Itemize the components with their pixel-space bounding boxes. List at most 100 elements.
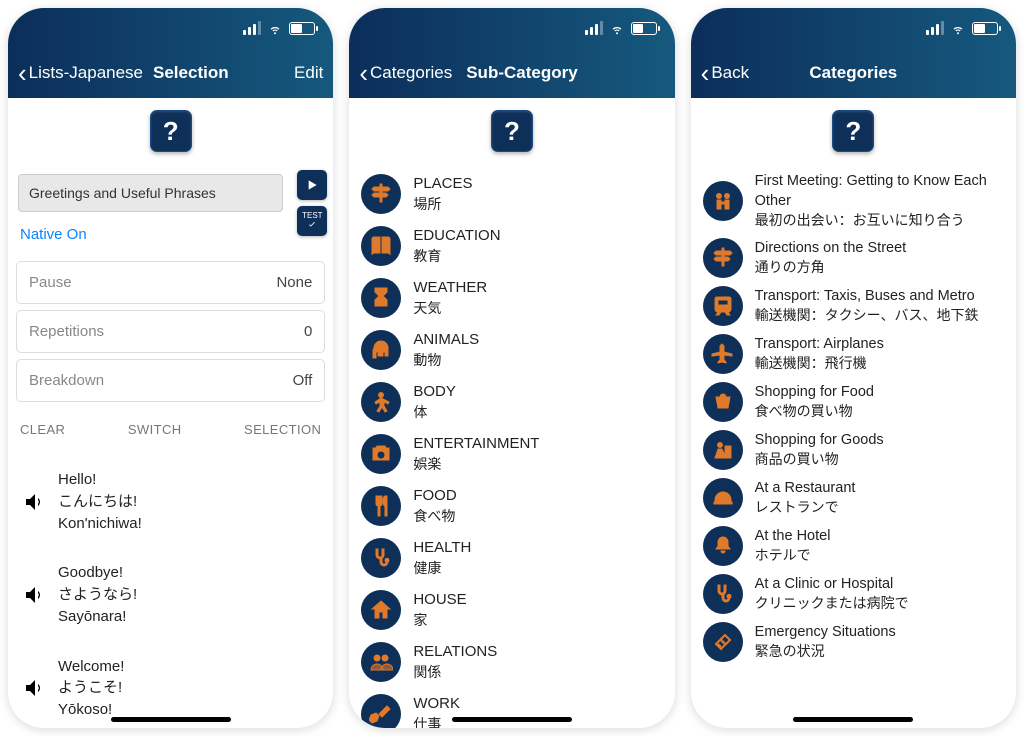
back-button[interactable]: ‹ Categories [359,60,452,86]
phrase-row[interactable]: Welcome!ようこそ!Yōkoso! [8,642,333,729]
category-row[interactable]: WORK仕事 [349,688,674,728]
nav-bar: ‹ Back Categories [691,48,1016,98]
setting-cell-pause[interactable]: Pause None [16,261,325,304]
selection-box[interactable]: Greetings and Useful Phrases [18,174,283,212]
category-text: HOUSE家 [413,590,466,629]
category-row[interactable]: At the Hotelホテルで [691,522,1016,570]
category-text: FOOD食べ物 [413,486,456,525]
plane-icon [703,334,743,374]
setting-value: None [276,274,312,291]
category-text: At a Clinic or Hospitalクリニックまたは病院で [755,575,909,613]
category-text: Directions on the Street通りの方角 [755,239,907,277]
category-text: Emergency Situations緊急の状況 [755,623,896,661]
bandage-icon [703,622,743,662]
category-row[interactable]: WEATHER天気 [349,272,674,324]
category-row[interactable]: HOUSE家 [349,584,674,636]
category-row[interactable]: First Meeting: Getting to Know Each Othe… [691,168,1016,234]
phrase-text: Welcome!ようこそ!Yōkoso! [58,656,124,721]
category-row[interactable]: Directions on the Street通りの方角 [691,234,1016,282]
setting-value: Off [293,372,313,389]
status-bar [8,8,333,48]
phrase-text: Goodbye!さようなら!Sayōnara! [58,562,137,627]
category-row[interactable]: ENTERTAINMENT娯楽 [349,428,674,480]
category-row[interactable]: At a Restaurantレストランで [691,474,1016,522]
play-button[interactable] [297,170,327,200]
test-button[interactable]: TEST [297,206,327,236]
selection-button[interactable]: SELECTION [244,422,321,437]
setting-value: 0 [304,323,312,340]
stethoscope-icon [703,574,743,614]
category-text: RELATIONS関係 [413,642,497,681]
category-row[interactable]: FOOD食べ物 [349,480,674,532]
category-row[interactable]: Transport: Airplanes輸送機関：飛行機 [691,330,1016,378]
book-icon [361,226,401,266]
home-indicator[interactable] [452,717,572,722]
setting-label: Repetitions [29,323,104,340]
native-toggle[interactable]: Native On [8,218,333,255]
category-row[interactable]: HEALTH健康 [349,532,674,584]
phrase-row[interactable]: Hello!こんにちは!Kon'nichiwa! [8,455,333,548]
help-button[interactable]: ? [491,110,533,152]
category-text: WORK仕事 [413,694,460,728]
category-row[interactable]: EDUCATION教育 [349,220,674,272]
back-button[interactable]: ‹ Lists-Japanese [18,60,143,86]
clear-button[interactable]: CLEAR [20,422,65,437]
meeting-icon [703,181,743,221]
category-row[interactable]: PLACES場所 [349,168,674,220]
category-row[interactable]: At a Clinic or Hospitalクリニックまたは病院で [691,570,1016,618]
category-text: WEATHER天気 [413,278,487,317]
edit-button[interactable]: Edit [294,63,323,83]
dish-icon [703,478,743,518]
category-text: ANIMALS動物 [413,330,479,369]
signpost-icon [703,238,743,278]
back-label: Back [711,63,749,83]
battery-icon [631,22,657,35]
train-icon [703,286,743,326]
bag-icon [703,430,743,470]
page-title: Sub-Category [466,63,577,83]
category-row[interactable]: Shopping for Food食べ物の買い物 [691,378,1016,426]
speaker-icon[interactable] [20,488,48,516]
setting-cell-breakdown[interactable]: BreakdownOff [16,359,325,402]
switch-button[interactable]: SWITCH [128,422,182,437]
cellular-icon [585,21,603,35]
category-row[interactable]: RELATIONS関係 [349,636,674,688]
page-title: Selection [153,63,229,83]
home-indicator[interactable] [111,717,231,722]
house-icon [361,590,401,630]
category-row[interactable]: Emergency Situations緊急の状況 [691,618,1016,666]
cellular-icon [926,21,944,35]
category-text: First Meeting: Getting to Know Each Othe… [755,172,1004,230]
bell-icon [703,526,743,566]
signpost-icon [361,174,401,214]
stethoscope-icon [361,538,401,578]
home-indicator[interactable] [793,717,913,722]
battery-icon [289,22,315,35]
nav-bar: ‹ Lists-Japanese Selection Edit [8,48,333,98]
category-text: ENTERTAINMENT娯楽 [413,434,539,473]
back-label: Categories [370,63,452,83]
back-button[interactable]: ‹ Back [701,60,749,86]
page-title: Categories [809,63,897,83]
help-button[interactable]: ? [150,110,192,152]
category-row[interactable]: ANIMALS動物 [349,324,674,376]
battery-icon [972,22,998,35]
speaker-icon[interactable] [20,674,48,702]
category-text: BODY体 [413,382,456,421]
chevron-left-icon: ‹ [359,60,368,86]
phrase-row[interactable]: Goodbye!さようなら!Sayōnara! [8,548,333,641]
category-row[interactable]: Shopping for Goods商品の買い物 [691,426,1016,474]
category-text: Transport: Airplanes輸送機関：飛行機 [755,335,884,373]
category-text: PLACES場所 [413,174,472,213]
people-icon [361,642,401,682]
category-row[interactable]: Transport: Taxis, Buses and Metro輸送機関：タク… [691,282,1016,330]
utensils-icon [361,486,401,526]
speaker-icon[interactable] [20,581,48,609]
category-row[interactable]: BODY体 [349,376,674,428]
help-button[interactable]: ? [832,110,874,152]
setting-label: Pause [29,274,72,291]
setting-cell-repetitions[interactable]: Repetitions 0 [16,310,325,353]
action-bar: CLEAR SWITCH SELECTION [8,408,333,455]
category-text: Transport: Taxis, Buses and Metro輸送機関：タク… [755,287,979,325]
status-bar [691,8,1016,48]
